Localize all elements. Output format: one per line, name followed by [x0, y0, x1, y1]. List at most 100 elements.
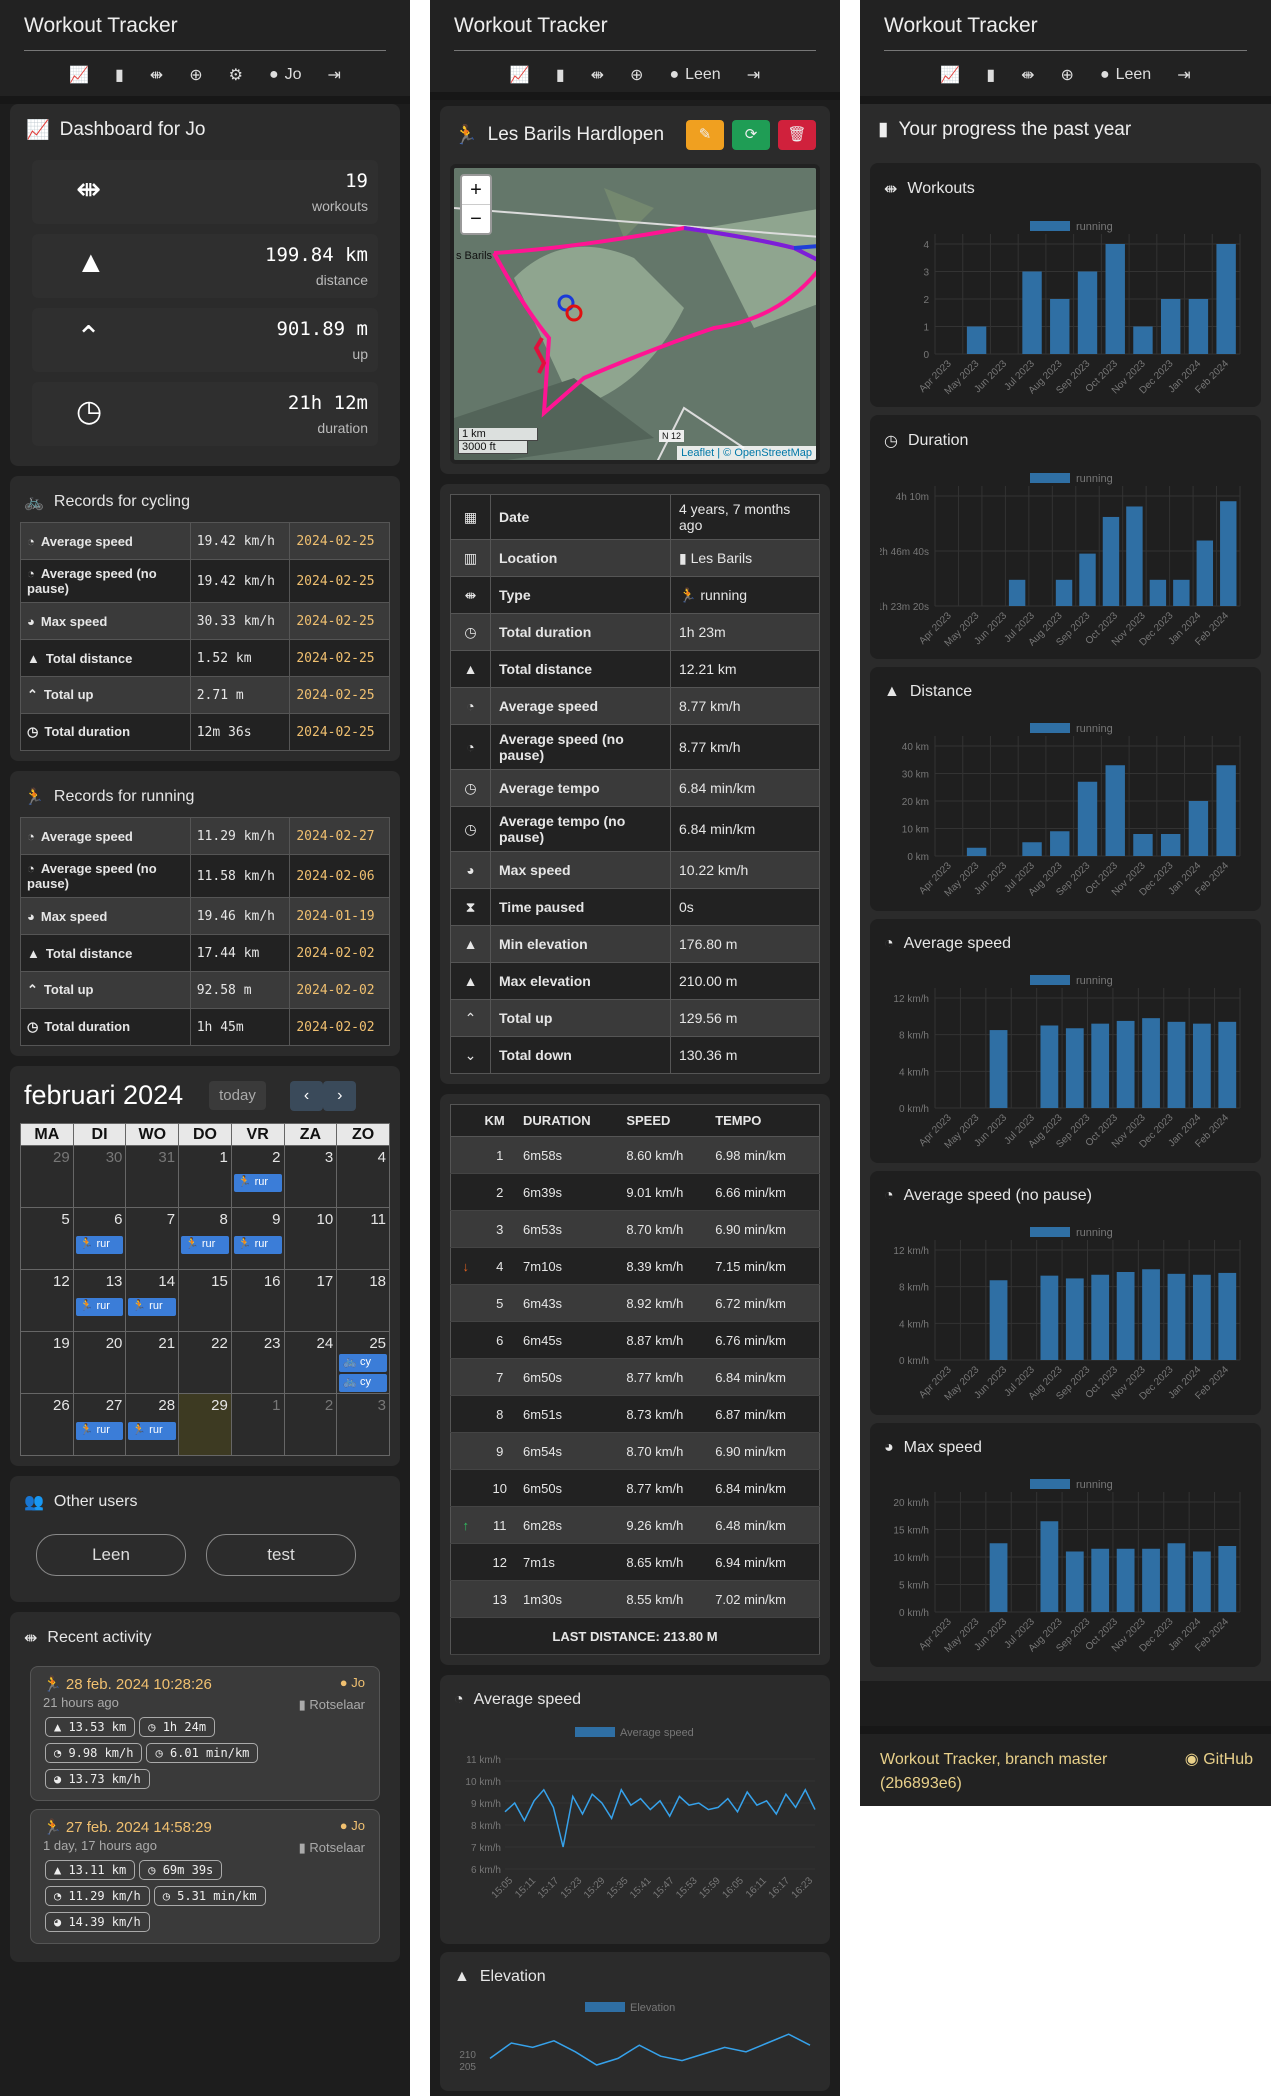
calendar-day[interactable]: 6 🏃 rur	[72, 1207, 127, 1270]
next-month-button[interactable]: ›	[323, 1080, 357, 1111]
bar-chart-icon[interactable]: ▮	[115, 65, 124, 85]
record-date[interactable]: 2024-02-27	[289, 817, 390, 855]
calendar-day[interactable]: 17	[283, 1269, 338, 1332]
record-date[interactable]: 2024-02-02	[289, 971, 390, 1009]
calendar-day[interactable]: 26	[20, 1393, 74, 1456]
edit-button[interactable]: ✎	[686, 120, 724, 150]
stat-label: distance	[315, 272, 368, 288]
calendar-day[interactable]: 9 🏃 rur	[230, 1207, 285, 1270]
calendar-event-run[interactable]: 🏃 rur	[233, 1174, 282, 1192]
record-date[interactable]: 2024-02-25	[289, 676, 390, 714]
record-date[interactable]: 2024-02-25	[289, 522, 390, 560]
calendar-day[interactable]: 3	[336, 1393, 390, 1456]
calendar-day[interactable]: 15	[178, 1269, 232, 1332]
calendar-day[interactable]: 22	[178, 1331, 232, 1394]
calendar-day[interactable]: 23	[230, 1331, 285, 1394]
calendar-day[interactable]: 11	[336, 1207, 390, 1270]
logout-icon[interactable]: ⇥	[747, 65, 760, 85]
gear-icon[interactable]: ⚙	[229, 65, 243, 85]
dumbbell-icon[interactable]: ⇼	[591, 65, 604, 85]
calendar-day[interactable]: 13 🏃 rur	[72, 1269, 127, 1332]
zoom-in-button[interactable]: +	[462, 176, 490, 205]
map-attribution[interactable]: Leaflet | © OpenStreetMap	[677, 446, 816, 460]
bicycle-icon: 🚲	[343, 1376, 360, 1388]
calendar-event-run[interactable]: 🏃 rur	[75, 1236, 124, 1254]
calendar-event-run[interactable]: 🏃 rur	[75, 1422, 124, 1440]
calendar-event-run[interactable]: 🏃 rur	[75, 1298, 124, 1316]
dumbbell-icon[interactable]: ⇼	[150, 65, 163, 85]
calendar-day[interactable]: 14 🏃 rur	[125, 1269, 180, 1332]
logout-icon[interactable]: ⇥	[328, 65, 341, 85]
record-date[interactable]: 2024-02-25	[289, 602, 390, 640]
activity-date[interactable]: 27 feb. 2024 14:58:29	[66, 1819, 212, 1836]
activity-item[interactable]: 🏃 27 feb. 2024 14:58:29 ● Jo 1 day, 17 hou…	[30, 1809, 380, 1944]
calendar-day[interactable]: 31	[125, 1145, 180, 1208]
calendar-day[interactable]: 2 🏃 rur	[230, 1145, 285, 1208]
calendar-event-run[interactable]: 🏃 rur	[128, 1298, 177, 1316]
user-button-test[interactable]: test	[206, 1534, 356, 1576]
activity-item[interactable]: 🏃 28 feb. 2024 10:28:26 ● Jo 21 hours ago ▮…	[30, 1666, 380, 1801]
github-link[interactable]: ◉ GitHub	[1185, 1748, 1253, 1772]
calendar-day[interactable]: 12	[20, 1269, 74, 1332]
calendar-day[interactable]: 19	[20, 1331, 74, 1394]
calendar-day[interactable]: 4	[336, 1145, 390, 1208]
calendar-day[interactable]: 18	[336, 1269, 390, 1332]
calendar-day[interactable]: 25 🚲 cy 🚲 cy	[336, 1331, 390, 1394]
calendar-day[interactable]: 20	[72, 1331, 127, 1394]
user-button-leen[interactable]: Leen	[36, 1534, 186, 1576]
user-menu[interactable]: ● Jo	[269, 66, 302, 84]
route-map[interactable]: + − s Barils N 12 1 km 3000 ft Leaflet |…	[450, 164, 820, 464]
calendar-day[interactable]: 29	[20, 1145, 74, 1208]
record-value: 17.44 km	[189, 934, 291, 972]
calendar-event-cycling[interactable]: 🚲 cy	[339, 1374, 387, 1392]
chart-line-icon[interactable]: 📈	[69, 65, 89, 85]
add-icon[interactable]: ⊕	[1061, 65, 1074, 85]
calendar-day[interactable]: 21	[125, 1331, 180, 1394]
calendar-day[interactable]: 5	[20, 1207, 74, 1270]
calendar-day[interactable]: 28 🏃 rur	[125, 1393, 180, 1456]
chart-line-icon[interactable]: 📈	[940, 65, 960, 85]
calendar-event-run[interactable]: 🏃 rur	[181, 1236, 229, 1254]
elevation-line-chart: Elevation 210205	[459, 2002, 811, 2073]
calendar-event-cycling[interactable]: 🚲 cy	[339, 1354, 387, 1372]
zoom-out-button[interactable]: −	[462, 205, 490, 233]
calendar-day[interactable]: 3	[283, 1145, 338, 1208]
logout-icon[interactable]: ⇥	[1177, 65, 1190, 85]
calendar-day[interactable]: 27 🏃 rur	[72, 1393, 127, 1456]
today-button[interactable]: today	[209, 1081, 266, 1110]
calendar-day[interactable]: 29	[178, 1393, 232, 1456]
calendar-day[interactable]: 30	[72, 1145, 127, 1208]
chart-line-icon[interactable]: 📈	[510, 65, 530, 85]
record-date[interactable]: 2024-01-19	[289, 897, 390, 935]
record-date[interactable]: 2024-02-25	[289, 713, 390, 751]
delete-button[interactable]: 🗑	[778, 120, 816, 150]
refresh-button[interactable]: ⟳	[732, 120, 770, 150]
bar-chart-icon[interactable]: ▮	[986, 65, 995, 85]
prev-month-button[interactable]: ‹	[289, 1080, 324, 1111]
dumbbell-icon[interactable]: ⇼	[1021, 65, 1034, 85]
bar-chart-icon[interactable]: ▮	[556, 65, 565, 85]
record-date[interactable]: 2024-02-02	[289, 934, 390, 972]
record-date[interactable]: 2024-02-06	[289, 854, 390, 898]
footer-text[interactable]: Workout Tracker, branch master (2b6893e6…	[880, 1748, 1150, 1796]
calendar-day[interactable]: 10	[283, 1207, 338, 1270]
add-icon[interactable]: ⊕	[189, 65, 202, 85]
record-date[interactable]: 2024-02-25	[289, 559, 390, 603]
activity-date[interactable]: 28 feb. 2024 10:28:26	[66, 1676, 212, 1693]
calendar-event-run[interactable]: 🏃 rur	[233, 1236, 282, 1254]
record-date[interactable]: 2024-02-25	[289, 639, 390, 677]
user-menu[interactable]: ● Leen	[669, 66, 720, 84]
calendar-day[interactable]: 16	[230, 1269, 285, 1332]
calendar-day[interactable]: 1	[230, 1393, 285, 1456]
calendar-day[interactable]: 1	[178, 1145, 232, 1208]
add-icon[interactable]: ⊕	[630, 65, 643, 85]
split-row: 9 6m54s 8.70 km/h 6.90 min/km	[450, 1432, 820, 1470]
calendar-event-run[interactable]: 🏃 rur	[128, 1422, 177, 1440]
calendar-day[interactable]: 2	[283, 1393, 338, 1456]
calendar-day[interactable]: 8 🏃 rur	[178, 1207, 232, 1270]
calendar-day[interactable]: 7	[125, 1207, 180, 1270]
record-date[interactable]: 2024-02-02	[289, 1008, 390, 1046]
detail-name: Time paused	[490, 888, 671, 926]
user-menu[interactable]: ● Leen	[1100, 66, 1151, 84]
calendar-day[interactable]: 24	[283, 1331, 338, 1394]
